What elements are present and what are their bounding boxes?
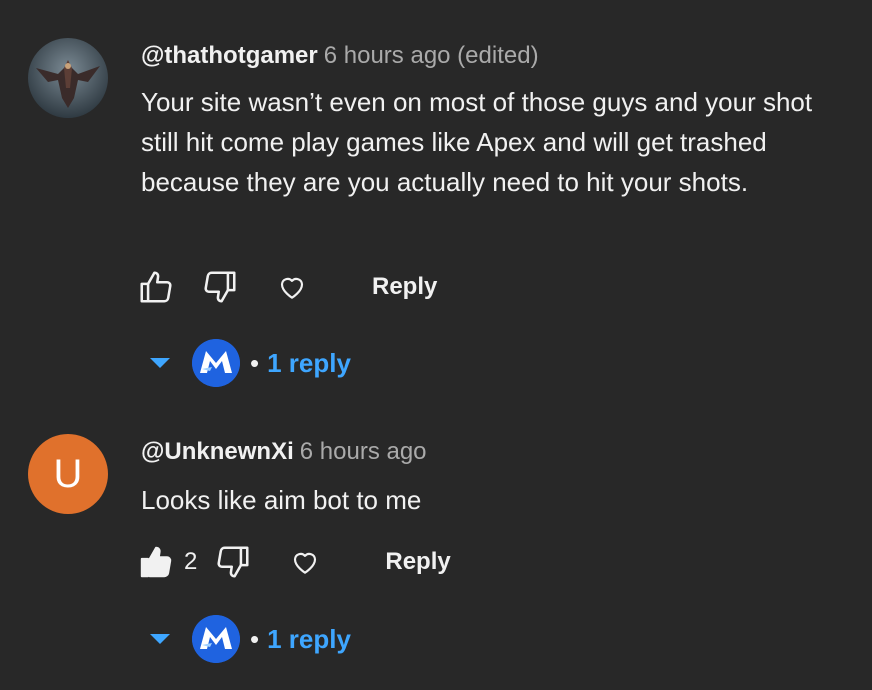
view-replies-button[interactable]: • 1 reply: [150, 611, 351, 667]
heart-icon[interactable]: [272, 267, 312, 307]
replies-count[interactable]: 1 reply: [267, 624, 351, 655]
reply-button[interactable]: Reply: [372, 273, 437, 301]
comment-header: @UnknewnXi 6 hours ago: [141, 438, 427, 466]
comment-actions: 2 Reply: [136, 542, 451, 582]
author-handle[interactable]: @UnknewnXi: [141, 438, 294, 465]
separator-dot: •: [250, 623, 260, 654]
replies-count[interactable]: 1 reply: [267, 348, 351, 379]
comment-actions: Reply: [136, 267, 437, 307]
timestamp[interactable]: 6 hours ago (edited): [324, 42, 539, 69]
like-count: 2: [184, 548, 198, 575]
reply-button[interactable]: Reply: [385, 548, 450, 576]
thumbs-down-icon[interactable]: [213, 542, 253, 582]
thumbs-up-icon[interactable]: [136, 542, 176, 582]
comment-header: @thathotgamer 6 hours ago (edited): [141, 42, 539, 70]
heart-icon[interactable]: [285, 542, 325, 582]
avatar[interactable]: [28, 38, 108, 118]
comment-text: Looks like aim bot to me: [141, 485, 422, 515]
creator-avatar: [192, 615, 240, 663]
view-replies-button[interactable]: • 1 reply: [150, 335, 351, 391]
comment-text: Your site wasn’t even on most of those g…: [141, 87, 813, 197]
thumbs-down-icon[interactable]: [200, 267, 240, 307]
caret-down-icon: [150, 634, 170, 644]
thumbs-up-icon[interactable]: [136, 267, 176, 307]
creator-avatar: [192, 339, 240, 387]
author-handle[interactable]: @thathotgamer: [141, 42, 318, 69]
timestamp[interactable]: 6 hours ago: [300, 438, 427, 465]
avatar[interactable]: U: [28, 434, 108, 514]
separator-dot: •: [250, 347, 260, 378]
caret-down-icon: [150, 358, 170, 368]
